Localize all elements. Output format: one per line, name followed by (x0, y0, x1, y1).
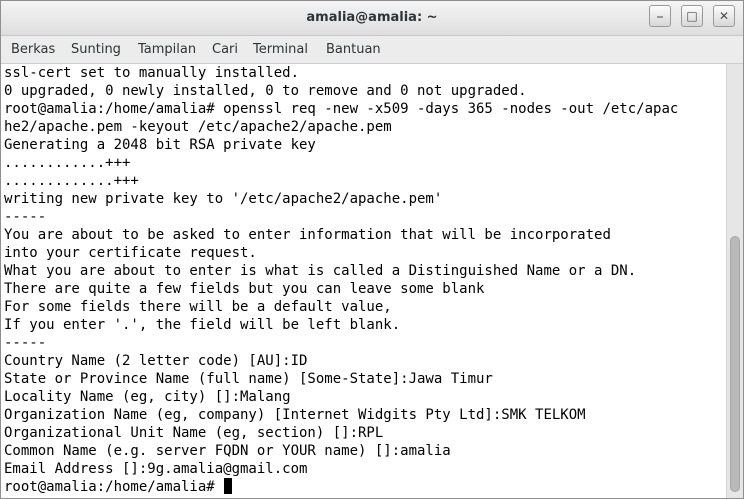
terminal-line: State or Province Name (full name) [Some… (4, 371, 493, 387)
terminal-line: You are about to be asked to enter infor… (4, 227, 611, 243)
terminal-line: What you are about to enter is what is c… (4, 263, 637, 279)
terminal-text: ssl-cert set to manually installed. 0 up… (4, 64, 678, 496)
terminal-line: root@amalia:/home/amalia# openssl req -n… (4, 101, 679, 117)
scrollbar-thumb[interactable] (730, 236, 740, 492)
text-cursor (224, 478, 233, 494)
terminal-line: into your certificate request. (4, 245, 257, 261)
terminal-line: ............+++ (4, 155, 131, 171)
terminal-window: amalia@amalia: ~ ⎯ □ ✕ Berkas Sunting Ta… (0, 0, 744, 499)
terminal-line: Country Name (2 letter code) [AU]:ID (4, 353, 308, 369)
menu-terminal[interactable]: Terminal (253, 42, 308, 57)
shell-prompt: root@amalia:/home/amalia# (4, 479, 224, 495)
menu-bantuan[interactable]: Bantuan (326, 42, 381, 57)
close-button[interactable]: ✕ (713, 5, 735, 27)
terminal-line: Email Address []:9g.amalia@gmail.com (4, 461, 308, 477)
terminal-line: There are quite a few fields but you can… (4, 281, 485, 297)
terminal-line: .............+++ (4, 173, 139, 189)
menu-berkas[interactable]: Berkas (11, 42, 55, 57)
terminal-line: If you enter '.', the field will be left… (4, 317, 401, 333)
menu-tampilan[interactable]: Tampilan (138, 42, 196, 57)
menu-bar: Berkas Sunting Tampilan Cari Terminal Ba… (1, 36, 743, 64)
prompt-line[interactable]: root@amalia:/home/amalia# (4, 478, 678, 496)
minimize-button[interactable]: ⎯ (649, 5, 671, 27)
maximize-button[interactable]: □ (681, 5, 703, 27)
terminal-line: 0 upgraded, 0 newly installed, 0 to remo… (4, 83, 527, 99)
terminal-line: he2/apache.pem -keyout /etc/apache2/apac… (4, 119, 392, 135)
terminal-line: ssl-cert set to manually installed. (4, 65, 300, 81)
terminal-line: Common Name (e.g. server FQDN or YOUR na… (4, 443, 451, 459)
menu-sunting[interactable]: Sunting (71, 42, 121, 57)
terminal-output[interactable]: ssl-cert set to manually installed. 0 up… (1, 64, 726, 498)
terminal-line: Organizational Unit Name (eg, section) [… (4, 425, 384, 441)
terminal-line: Generating a 2048 bit RSA private key (4, 137, 316, 153)
terminal-line: ----- (4, 209, 47, 225)
terminal-line: Locality Name (eg, city) []:Malang (4, 389, 291, 405)
terminal-line: For some fields there will be a default … (4, 299, 392, 315)
window-title: amalia@amalia: ~ (306, 10, 438, 25)
terminal-line: writing new private key to '/etc/apache2… (4, 191, 443, 207)
vertical-scrollbar[interactable] (726, 64, 743, 498)
menu-cari[interactable]: Cari (212, 42, 238, 57)
terminal-line: Organization Name (eg, company) [Interne… (4, 407, 586, 423)
title-bar[interactable]: amalia@amalia: ~ ⎯ □ ✕ (1, 1, 743, 36)
terminal-line: ----- (4, 335, 47, 351)
